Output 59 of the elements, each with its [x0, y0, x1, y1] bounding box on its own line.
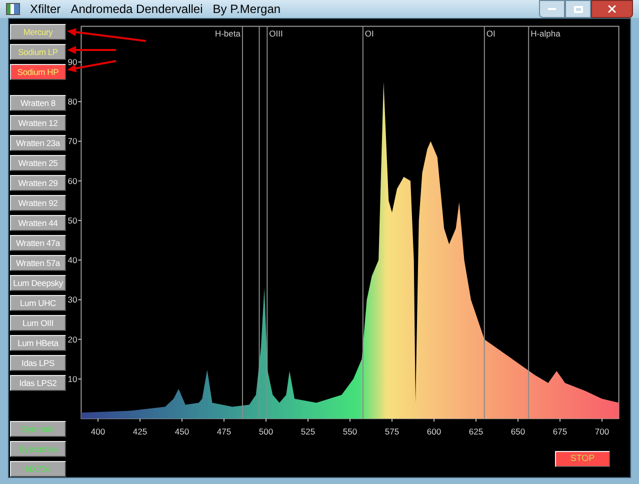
x-tick-label: 675 [552, 426, 568, 437]
close-button[interactable] [591, 0, 633, 18]
x-tick-label: 400 [90, 426, 106, 437]
x-tick-label: 550 [342, 426, 358, 437]
y-tick-label: 20 [68, 334, 78, 344]
filter-button[interactable]: Wratten 57a [10, 255, 66, 271]
lamp-button[interactable]: Sodium LP [10, 44, 66, 60]
filter-button[interactable]: Lum HBeta [10, 335, 66, 351]
window-title: Andromeda Dendervallei [70, 1, 203, 18]
filter-button[interactable]: Wratten 12 [10, 115, 66, 131]
filter-button[interactable]: Idas LPS [10, 355, 66, 371]
line-label: OI [364, 28, 374, 38]
annotation-arrow [67, 46, 116, 54]
x-tick-label: 525 [300, 426, 316, 437]
x-tick-label: 625 [468, 426, 484, 437]
filter-button[interactable]: Wratten 29 [10, 175, 66, 191]
stop-button[interactable]: STOP [555, 451, 610, 467]
app-icon [6, 3, 20, 15]
filter-button[interactable]: Wratten 44 [10, 215, 66, 231]
y-tick-label: 30 [68, 294, 78, 305]
close-icon [606, 3, 618, 15]
filter-button[interactable]: Wratten 8 [10, 95, 66, 111]
filter-button[interactable]: Wratten 25 [10, 155, 66, 171]
filter-button[interactable]: Wratten 47a [10, 235, 66, 251]
window-title: Xfilter [30, 1, 61, 18]
filter-button[interactable]: Lum UHC [10, 295, 66, 311]
filter-button[interactable]: Lum OIII [10, 315, 66, 331]
line-label: OIII [269, 28, 283, 38]
x-tick-label: 450 [174, 426, 190, 437]
filter-button[interactable]: Wratten 92 [10, 195, 66, 211]
x-tick-label: 600 [426, 426, 442, 437]
x-tick-label: 650 [510, 426, 526, 437]
x-tick-label: 475 [216, 426, 232, 437]
y-tick-label: 70 [68, 136, 78, 146]
y-tick-label: 80 [68, 96, 78, 107]
sensor-button[interactable]: Eye:cones [10, 441, 66, 457]
y-tick-label: 50 [68, 215, 78, 226]
filter-button[interactable]: Lum Deepsky [10, 275, 66, 291]
lamp-button[interactable]: Sodium HP [10, 64, 66, 80]
line-label: H-alpha [530, 28, 560, 38]
x-tick-label: 425 [132, 426, 148, 437]
lamp-button[interactable]: Mercury [10, 24, 66, 40]
annotation-arrow [67, 60, 116, 72]
y-tick-label: 90 [68, 56, 78, 67]
y-tick-label: 60 [68, 176, 78, 186]
y-tick-label: 10 [68, 374, 78, 384]
line-label: H-beta [214, 28, 240, 38]
filter-button[interactable]: Idas LPS2 [10, 375, 66, 391]
x-tick-label: 700 [594, 426, 610, 437]
y-tick-label: 40 [68, 255, 78, 266]
sensor-button[interactable]: Eye:rods [10, 421, 66, 437]
line-label: OI [486, 28, 496, 38]
minimize-button[interactable] [539, 0, 565, 18]
x-tick-label: 575 [384, 426, 400, 437]
sensor-button[interactable]: NX716 [10, 461, 66, 477]
maximize-button[interactable] [565, 0, 591, 18]
filter-button[interactable]: Wratten 23a [10, 135, 66, 151]
window-title: By P.Mergan [212, 1, 281, 18]
x-tick-label: 500 [258, 426, 274, 437]
